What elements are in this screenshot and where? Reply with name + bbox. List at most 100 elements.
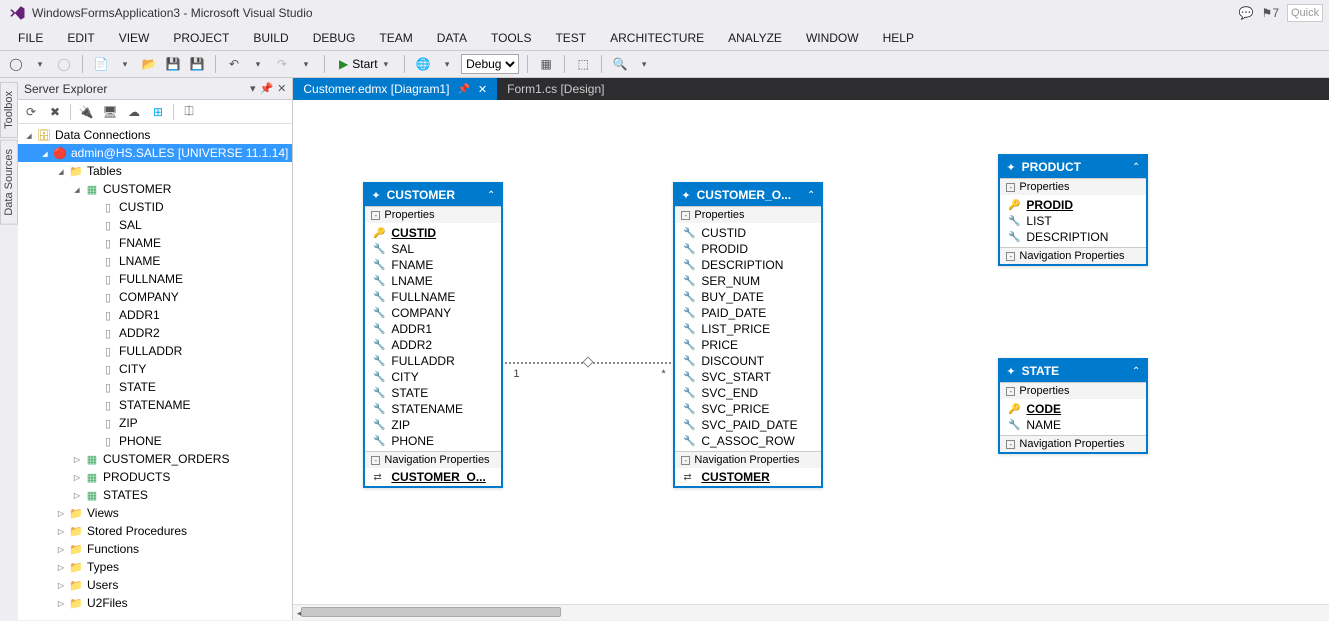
minus-icon[interactable]: - bbox=[371, 456, 380, 465]
entity-property[interactable]: 🔧LIST_PRICE bbox=[675, 321, 821, 337]
entity-property[interactable]: 🔧CUSTID bbox=[675, 225, 821, 241]
tree-folder[interactable]: 📁Types bbox=[18, 558, 292, 576]
start-debug-button[interactable]: ▶ Start ▾ bbox=[333, 54, 396, 74]
close-tab-icon[interactable]: ✕ bbox=[478, 83, 487, 96]
entity-property[interactable]: 🔧STATENAME bbox=[365, 401, 501, 417]
tree-column[interactable]: ▯CITY bbox=[18, 360, 292, 378]
tb-misc2-button[interactable]: ⬚ bbox=[573, 54, 593, 74]
nav-back-button[interactable]: ◯ bbox=[6, 54, 26, 74]
entity-customer-nav-item[interactable]: ⇄ CUSTOMER_O... bbox=[365, 468, 501, 486]
canvas-hscrollbar[interactable]: ◀ ▶ bbox=[293, 604, 1329, 620]
windows-icon[interactable]: ⊞ bbox=[149, 103, 167, 121]
minus-icon[interactable]: - bbox=[681, 456, 690, 465]
new-project-dropdown[interactable]: ▾ bbox=[115, 54, 135, 74]
entity-property[interactable]: 🔧BUY_DATE bbox=[675, 289, 821, 305]
entity-product-props-header[interactable]: - Properties bbox=[1000, 179, 1146, 195]
redo-dropdown[interactable]: ▾ bbox=[296, 54, 316, 74]
tree-column[interactable]: ▯STATENAME bbox=[18, 396, 292, 414]
menu-edit[interactable]: EDIT bbox=[55, 28, 106, 48]
entity-property[interactable]: 🔧CITY bbox=[365, 369, 501, 385]
entity-customer-header[interactable]: ✦ CUSTOMER ⌃ bbox=[365, 184, 501, 206]
minus-icon[interactable]: - bbox=[1006, 183, 1015, 192]
toolbox-tab[interactable]: Toolbox bbox=[0, 82, 18, 138]
entity-property[interactable]: 🔧SVC_PRICE bbox=[675, 401, 821, 417]
browser-button[interactable]: 🌐 bbox=[413, 54, 433, 74]
menu-view[interactable]: VIEW bbox=[107, 28, 162, 48]
server-explorer-tree[interactable]: 🗄 Data Connections 🔴 admin@HS.SALES [UNI… bbox=[18, 124, 292, 620]
entity-property[interactable]: 🔧STATE bbox=[365, 385, 501, 401]
minus-icon[interactable]: - bbox=[1006, 387, 1015, 396]
quick-launch-input[interactable]: Quick bbox=[1287, 4, 1323, 22]
entity-property[interactable]: 🔧ZIP bbox=[365, 417, 501, 433]
entity-customer-orders-header[interactable]: ✦ CUSTOMER_O... ⌃ bbox=[675, 184, 821, 206]
tree-table[interactable]: ▦CUSTOMER_ORDERS bbox=[18, 450, 292, 468]
entity-product[interactable]: ✦ PRODUCT ⌃ - Properties 🔑PRODID🔧LIST🔧DE… bbox=[998, 154, 1148, 266]
connect-db-button[interactable]: 🔌 bbox=[77, 103, 95, 121]
entity-customer-orders[interactable]: ✦ CUSTOMER_O... ⌃ - Properties 🔧CUSTID 🔧P… bbox=[673, 182, 823, 488]
entity-customer[interactable]: ✦ CUSTOMER ⌃ - Properties 🔑CUSTID🔧SAL🔧FN… bbox=[363, 182, 503, 488]
entity-customer-orders-props-header[interactable]: - Properties bbox=[675, 207, 821, 223]
entity-state[interactable]: ✦ STATE ⌃ - Properties 🔑CODE🔧NAME - bbox=[998, 358, 1148, 454]
entity-property[interactable]: 🔧PRICE bbox=[675, 337, 821, 353]
menu-window[interactable]: WINDOW bbox=[794, 28, 871, 48]
entity-product-header[interactable]: ✦ PRODUCT ⌃ bbox=[1000, 156, 1146, 178]
minus-icon[interactable]: - bbox=[1006, 440, 1015, 449]
tree-column[interactable]: ▯ZIP bbox=[18, 414, 292, 432]
entity-property[interactable]: 🔧LIST bbox=[1000, 213, 1146, 229]
entity-property[interactable]: 🔑CUSTID bbox=[365, 225, 501, 241]
pin-icon[interactable]: 📌 bbox=[457, 84, 469, 95]
relation-handle[interactable] bbox=[583, 356, 594, 367]
menu-analyze[interactable]: ANALYZE bbox=[716, 28, 794, 48]
menu-data[interactable]: DATA bbox=[425, 28, 479, 48]
collapse-icon[interactable]: ⌃ bbox=[807, 190, 815, 201]
entity-property[interactable]: 🔧ADDR2 bbox=[365, 337, 501, 353]
new-project-button[interactable]: 📄 bbox=[91, 54, 111, 74]
entity-property[interactable]: 🔧SVC_START bbox=[675, 369, 821, 385]
tree-column[interactable]: ▯FULLNAME bbox=[18, 270, 292, 288]
undo-button[interactable]: ↶ bbox=[224, 54, 244, 74]
tree-data-connections[interactable]: 🗄 Data Connections bbox=[18, 126, 292, 144]
entity-property[interactable]: 🔧FULLNAME bbox=[365, 289, 501, 305]
save-button[interactable]: 💾 bbox=[163, 54, 183, 74]
nav-forward-button[interactable]: ◯ bbox=[54, 54, 74, 74]
entity-property[interactable]: 🔧PAID_DATE bbox=[675, 305, 821, 321]
tree-table-customer[interactable]: ▦ CUSTOMER bbox=[18, 180, 292, 198]
panel-close-button[interactable]: ✕ bbox=[277, 82, 286, 95]
tree-column[interactable]: ▯COMPANY bbox=[18, 288, 292, 306]
data-sources-tab[interactable]: Data Sources bbox=[0, 140, 18, 225]
azure-button[interactable]: ☁ bbox=[125, 103, 143, 121]
tb-misc1-button[interactable]: ▦ bbox=[536, 54, 556, 74]
sort-button[interactable]: ⎅ bbox=[180, 103, 198, 121]
entity-state-header[interactable]: ✦ STATE ⌃ bbox=[1000, 360, 1146, 382]
entity-property[interactable]: 🔧LNAME bbox=[365, 273, 501, 289]
entity-property[interactable]: 🔑PRODID bbox=[1000, 197, 1146, 213]
redo-button[interactable]: ↷ bbox=[272, 54, 292, 74]
collapse-icon[interactable]: ⌃ bbox=[1132, 162, 1140, 173]
tree-tables-folder[interactable]: 📁 Tables bbox=[18, 162, 292, 180]
panel-pin-button[interactable]: 📌 bbox=[259, 82, 273, 95]
entity-customer-orders-nav-item[interactable]: ⇄ CUSTOMER bbox=[675, 468, 821, 486]
tree-column[interactable]: ▯ADDR2 bbox=[18, 324, 292, 342]
tree-column[interactable]: ▯ADDR1 bbox=[18, 306, 292, 324]
entity-property[interactable]: 🔧C_ASSOC_ROW bbox=[675, 433, 821, 449]
collapse-icon[interactable]: ⌃ bbox=[487, 190, 495, 201]
tree-connection[interactable]: 🔴 admin@HS.SALES [UNIVERSE 11.1.14] bbox=[18, 144, 292, 162]
refresh-button[interactable]: ⟳ bbox=[22, 103, 40, 121]
tree-column[interactable]: ▯SAL bbox=[18, 216, 292, 234]
browser-dropdown[interactable]: ▾ bbox=[437, 54, 457, 74]
entity-property[interactable]: 🔧SER_NUM bbox=[675, 273, 821, 289]
nav-back-dropdown[interactable]: ▾ bbox=[30, 54, 50, 74]
tree-column[interactable]: ▯CUSTID bbox=[18, 198, 292, 216]
feedback-icon[interactable]: 💬 bbox=[1239, 6, 1254, 20]
tree-folder[interactable]: 📁Users bbox=[18, 576, 292, 594]
tree-folder[interactable]: 📁Views bbox=[18, 504, 292, 522]
connect-server-button[interactable]: 🖥 bbox=[101, 103, 119, 121]
panel-menu-button[interactable]: ▾ bbox=[250, 82, 256, 95]
entity-property[interactable]: 🔧SVC_END bbox=[675, 385, 821, 401]
entity-property[interactable]: 🔧SAL bbox=[365, 241, 501, 257]
entity-property[interactable]: 🔧PHONE bbox=[365, 433, 501, 449]
minus-icon[interactable]: - bbox=[371, 211, 380, 220]
open-file-button[interactable]: 📂 bbox=[139, 54, 159, 74]
tree-table[interactable]: ▦STATES bbox=[18, 486, 292, 504]
entity-customer-nav-header[interactable]: - Navigation Properties bbox=[365, 452, 501, 468]
